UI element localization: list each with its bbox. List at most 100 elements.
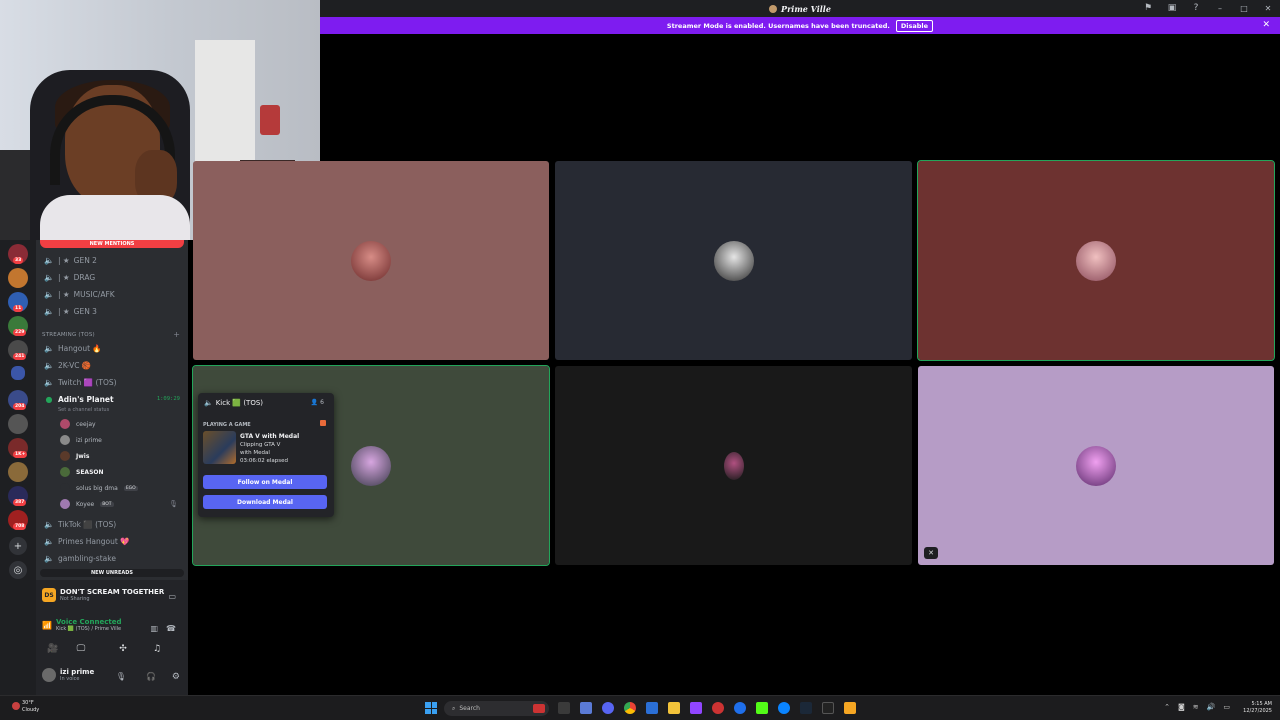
activities-button[interactable]: ✣ bbox=[112, 642, 134, 656]
kick-icon[interactable] bbox=[756, 702, 768, 714]
chrome-icon[interactable] bbox=[624, 702, 636, 714]
edge-icon[interactable] bbox=[778, 702, 790, 714]
volume-icon[interactable]: 🔊 bbox=[1207, 703, 1216, 711]
channel-music-afk[interactable]: 🔈 | ★ MUSIC/AFK bbox=[44, 287, 115, 301]
server-icon[interactable] bbox=[8, 462, 28, 482]
add-channel-icon[interactable]: + bbox=[173, 330, 180, 339]
voice-tile[interactable] bbox=[193, 161, 549, 360]
soundboard-button[interactable]: ♫ bbox=[146, 642, 168, 656]
voice-tile[interactable] bbox=[555, 366, 912, 565]
search-placeholder: Search bbox=[459, 705, 480, 712]
voice-user[interactable]: ceejay bbox=[60, 418, 96, 430]
voice-user-name: izi prime bbox=[76, 436, 102, 444]
channel-drag[interactable]: 🔈 | ★ DRAG bbox=[44, 270, 95, 284]
discord-icon[interactable] bbox=[602, 702, 614, 714]
voice-user[interactable]: SEASON bbox=[60, 466, 104, 478]
new-unreads-pill[interactable]: NEW UNREADS bbox=[40, 569, 184, 577]
title-bar-actions: ⚑ ▣ ? – □ ✕ bbox=[1142, 2, 1274, 14]
speaker-icon: 🔈 bbox=[44, 377, 54, 387]
channel-2k-vc[interactable]: 🔈 2K-VC 🏀 bbox=[44, 358, 91, 372]
voice-user[interactable]: solus big dma EGO bbox=[60, 482, 138, 494]
category-streaming[interactable]: STREAMING (TOS) bbox=[42, 332, 95, 338]
channel-label: Adin's Planet bbox=[58, 394, 114, 404]
voice-user[interactable]: Jwis bbox=[60, 450, 89, 462]
user-info[interactable]: izi prime In voice bbox=[42, 668, 94, 682]
folder-icon[interactable] bbox=[11, 366, 25, 380]
steam-icon[interactable] bbox=[800, 702, 812, 714]
disable-streamer-mode-button[interactable]: Disable bbox=[895, 19, 934, 32]
minimize-button[interactable]: – bbox=[1214, 4, 1226, 13]
maximize-button[interactable]: □ bbox=[1238, 4, 1250, 13]
app-icon[interactable] bbox=[712, 702, 724, 714]
weather-temp: 30°F bbox=[22, 700, 34, 706]
channel-gen3[interactable]: 🔈 | ★ GEN 3 bbox=[44, 304, 97, 318]
server-icon[interactable] bbox=[8, 268, 28, 288]
system-tray: ⌃ ◙ ≋ 🔊 ▭ bbox=[1164, 703, 1230, 711]
voice-user[interactable]: Koyee BOT bbox=[60, 498, 114, 510]
follow-on-medal-button[interactable]: Follow on Medal bbox=[203, 475, 327, 489]
tray-app-icon[interactable]: ◙ bbox=[1178, 703, 1185, 711]
wifi-icon[interactable]: ≋ bbox=[1193, 703, 1199, 711]
add-server-icon[interactable]: + bbox=[9, 537, 27, 555]
twitch-icon[interactable] bbox=[690, 702, 702, 714]
channel-twitch[interactable]: 🔈 Twitch 🟪 (TOS) bbox=[44, 375, 117, 389]
settings-gear-icon[interactable]: ⚙ bbox=[172, 672, 180, 682]
voice-user[interactable]: izi prime bbox=[60, 434, 102, 446]
screen-share-icon[interactable]: ▭ bbox=[168, 592, 176, 601]
game-subtitle: Not Sharing bbox=[60, 596, 90, 602]
channel-status-link[interactable]: Set a channel status bbox=[58, 407, 109, 413]
banner-text: Streamer Mode is enabled. Usernames have… bbox=[666, 21, 890, 30]
terminal-icon[interactable] bbox=[822, 702, 834, 714]
battery-icon[interactable]: ▭ bbox=[1223, 703, 1230, 711]
app-icon[interactable] bbox=[734, 702, 746, 714]
camera-button[interactable]: 🎥 bbox=[42, 642, 64, 656]
taskbar-search[interactable]: ⌕ Search bbox=[444, 701, 549, 716]
category-label: STREAMING (TOS) bbox=[42, 332, 95, 338]
new-mentions-pill[interactable]: NEW MENTIONS bbox=[40, 240, 184, 248]
elapsed-time: 03:06:02 elapsed bbox=[240, 458, 288, 464]
medal-icon bbox=[320, 420, 326, 426]
voice-tile[interactable] bbox=[555, 161, 912, 360]
channel-label: TikTok ⬛ (TOS) bbox=[58, 519, 117, 529]
headphones-icon[interactable]: 🎧 bbox=[146, 672, 156, 681]
server-icon[interactable] bbox=[8, 414, 28, 434]
noise-suppression-icon[interactable]: ▥ bbox=[150, 624, 158, 633]
taskbar-clock[interactable]: 5:15 AM 12/27/2025 bbox=[1243, 701, 1272, 715]
start-menu-icon[interactable] bbox=[425, 702, 437, 714]
close-banner-icon[interactable]: ✕ bbox=[1262, 20, 1270, 30]
server-badge: 708 bbox=[13, 523, 27, 530]
chevron-up-icon[interactable]: ⌃ bbox=[1164, 703, 1170, 711]
help-icon[interactable]: ? bbox=[1190, 2, 1202, 14]
share-screen-button[interactable]: 🖵 bbox=[70, 642, 92, 656]
signal-icon: 📶 bbox=[42, 620, 52, 630]
file-explorer-icon[interactable] bbox=[668, 702, 680, 714]
disconnect-icon[interactable]: ☎ bbox=[166, 624, 176, 633]
channel-separator: | ★ bbox=[58, 306, 70, 316]
participant-avatar bbox=[713, 240, 754, 281]
weather-widget[interactable]: 30°F Cloudy bbox=[22, 700, 39, 714]
channel-primes-hangout[interactable]: 🔈 Primes Hangout 💖 bbox=[44, 534, 130, 548]
channel-gen2[interactable]: 🔈 | ★ GEN 2 bbox=[44, 253, 97, 267]
task-view-icon[interactable] bbox=[558, 702, 570, 714]
user-status: In voice bbox=[60, 676, 80, 682]
webcam-body bbox=[40, 195, 190, 240]
voice-tile[interactable]: ✕ bbox=[918, 366, 1274, 565]
discover-icon[interactable]: ◎ bbox=[9, 561, 27, 579]
window-title: Prime Ville bbox=[769, 4, 831, 14]
microphone-icon[interactable]: 🎙 bbox=[116, 672, 126, 681]
app-icon[interactable] bbox=[580, 702, 592, 714]
voice-tile[interactable] bbox=[917, 160, 1275, 361]
game-icon[interactable] bbox=[844, 702, 856, 714]
download-medal-button[interactable]: Download Medal bbox=[203, 495, 327, 509]
game-detail: with Medal bbox=[240, 450, 270, 456]
close-window-button[interactable]: ✕ bbox=[1262, 4, 1274, 13]
app-icon[interactable] bbox=[646, 702, 658, 714]
channel-adins-planet[interactable]: ● Adin's Planet bbox=[44, 392, 114, 406]
channel-gambling-stake[interactable]: 🔈 gambling-stake bbox=[44, 551, 116, 565]
voice-connection: 📶 Voice Connected Kick 🟩 (TOS) / Prime V… bbox=[42, 618, 121, 632]
channel-hangout[interactable]: 🔈 Hangout 🔥 bbox=[44, 341, 102, 355]
inbox-icon[interactable]: ▣ bbox=[1166, 2, 1178, 14]
pin-icon[interactable]: ⚑ bbox=[1142, 2, 1154, 14]
channel-tiktok[interactable]: 🔈 TikTok ⬛ (TOS) bbox=[44, 517, 116, 531]
voice-location[interactable]: Kick 🟩 (TOS) / Prime Ville bbox=[56, 626, 122, 632]
